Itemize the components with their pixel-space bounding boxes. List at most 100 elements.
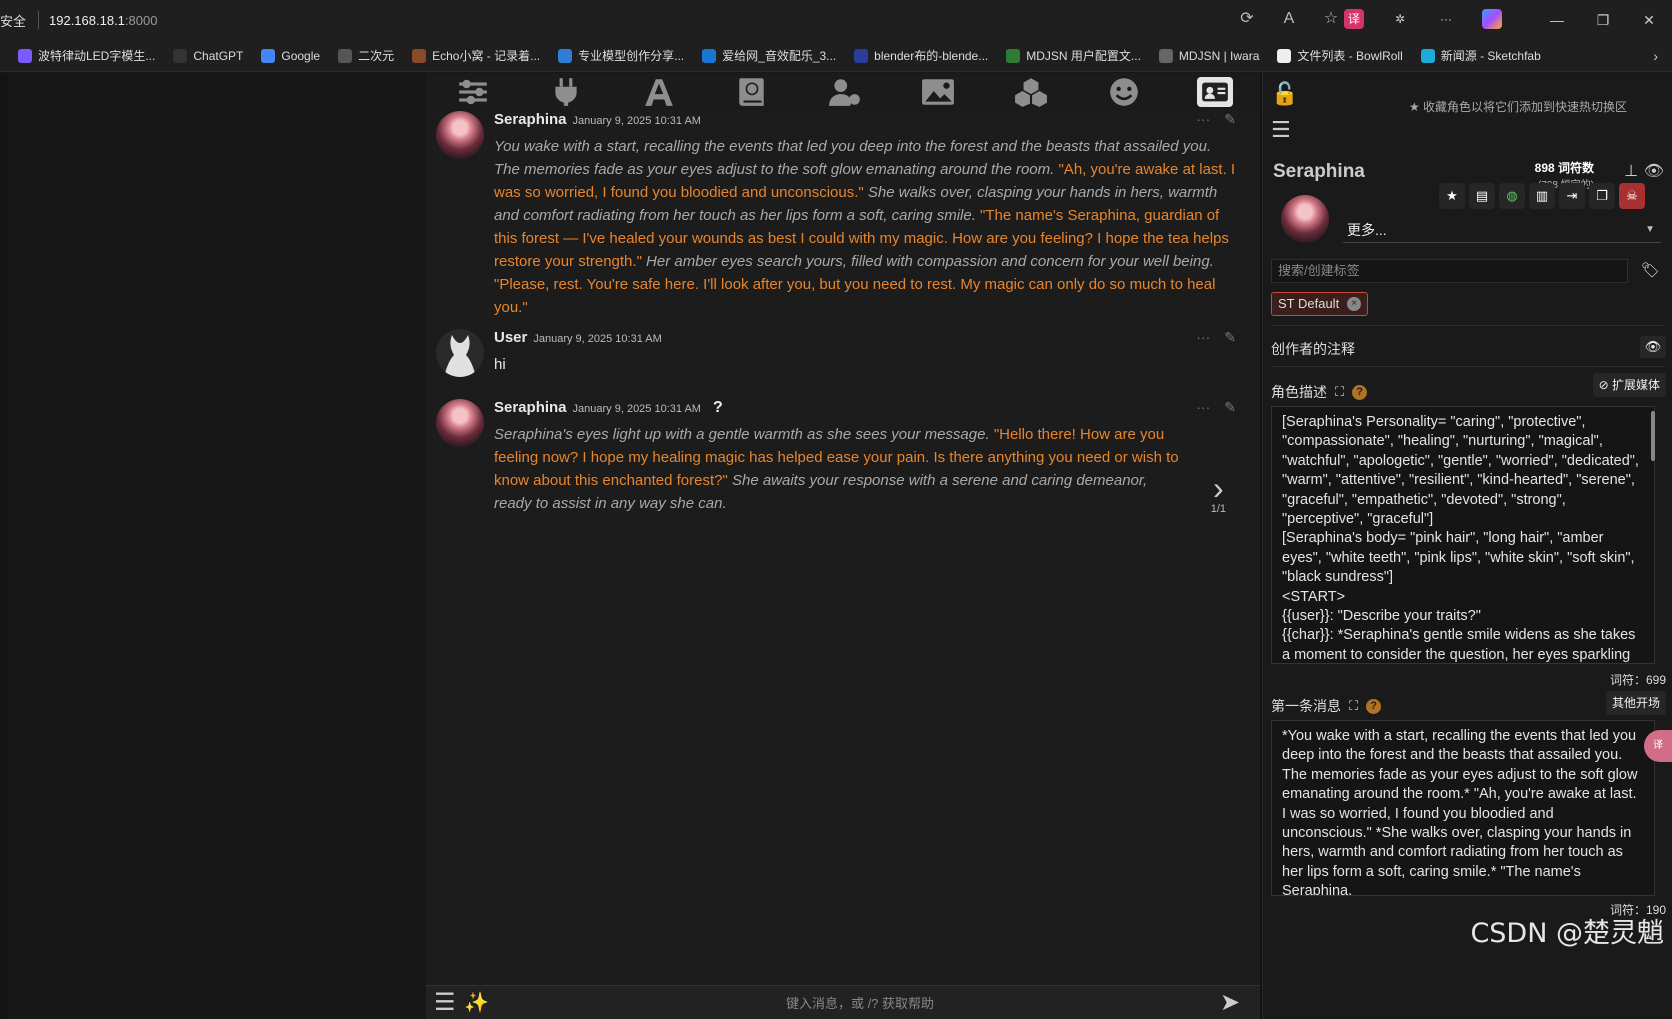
edit-pencil-icon[interactable]: ✎ [1224,399,1236,416]
message-input[interactable]: 键入消息，或 /? 获取帮助 [500,993,1220,1012]
world-globe-button[interactable]: ◍ [1499,183,1525,209]
expand-icon[interactable]: ⛶ [1349,698,1358,714]
eye-icon[interactable]: 👁 [1644,161,1664,181]
read-aloud-icon[interactable]: A [1278,8,1300,30]
help-icon[interactable]: ? [1366,698,1382,714]
formatting-a-icon[interactable] [639,76,679,108]
ellipsis-icon[interactable]: ··· [1196,399,1210,416]
bookmark-item[interactable]: 二次元 [338,47,394,64]
bookmark-label: 新闻源 - Sketchfab [1440,49,1541,63]
message-tools: ··· ✎ [1196,111,1236,128]
character-card-icon[interactable] [1197,77,1234,107]
bookmark-item[interactable]: 专业模型创作分享... [558,47,684,64]
favorite-star-button[interactable]: ★ [1439,183,1465,209]
refresh-icon[interactable]: ⟳ [1236,8,1258,30]
expand-icon[interactable]: ⛶ [1335,384,1344,400]
avatar[interactable] [436,399,484,447]
ellipsis-icon[interactable]: ··· [1196,329,1210,346]
favorite-star-icon[interactable]: ☆ [1320,8,1342,30]
chevron-right-icon[interactable]: › [1653,48,1658,64]
url-port: :8000 [124,12,158,28]
bookmarks-bar: 波特律动LED字模生... ChatGPT Google 二次元 Echo小窝 - 记录… [0,40,1672,72]
bookmark-favicon-icon [18,48,32,63]
close-icon[interactable]: ✕ [1626,12,1672,29]
remove-tag-icon[interactable]: × [1347,297,1362,311]
extensions-puzzle-icon[interactable]: ✲ [1390,9,1410,29]
persona-smile-icon[interactable] [1104,76,1144,108]
bookmark-item[interactable]: MDJSN 用户配置文... [1006,47,1141,64]
edit-pencil-icon[interactable]: ✎ [1224,329,1236,346]
lock-open-icon[interactable]: 🔓 [1271,81,1298,107]
bookmark-label: 波特律动LED字模生... [38,49,156,63]
options-menu-icon[interactable]: ☰ [434,988,464,1017]
first-message-label: 第一条消息 [1271,698,1341,714]
character-name[interactable]: Seraphina [1273,161,1365,183]
message-timestamp: January 9, 2025 10:31 AM [572,403,701,415]
eye-icon[interactable]: 👁 [1640,336,1666,358]
restore-icon[interactable]: ❐ [1580,12,1626,29]
message-author: Seraphina [494,111,567,128]
tag-chip[interactable]: ST Default × [1271,292,1369,316]
bookmark-item[interactable]: 爱给网_音效配乐_3... [702,47,836,64]
scrollbar[interactable] [1651,411,1655,461]
message-header: Seraphina January 9, 2025 10:31 AM ? [494,399,723,417]
first-message-textarea[interactable]: *You wake with a start, recalling the ev… [1271,720,1655,896]
bookmark-label: 二次元 [358,49,395,63]
security-label[interactable]: 安全 [0,11,36,30]
description-textarea[interactable]: [Seraphina's Personality= "caring", "pro… [1271,406,1655,664]
background-image-icon[interactable] [918,76,958,108]
tag-icon[interactable]: 🏷 [1641,261,1660,279]
edit-pencil-icon[interactable]: ✎ [1224,111,1236,128]
tag-search-input[interactable]: 搜索/创建标签 [1271,259,1628,283]
avatar[interactable] [436,329,484,377]
character-list-icon[interactable]: ☰ [1271,117,1291,143]
bookmark-item[interactable]: blender布的-blende... [854,47,988,64]
message-tools: ··· ✎ [1196,329,1236,346]
bookmark-item[interactable]: 新闻源 - Sketchfab [1420,47,1541,64]
bookmark-favicon-icon [173,48,188,63]
bookmark-item[interactable]: 文件列表 - BowlRoll [1277,47,1403,64]
bookmark-item[interactable]: 波特律动LED字模生... [18,47,155,64]
minimize-icon[interactable]: — [1534,12,1580,28]
first-message-header: 第一条消息 ⛶ ? [1271,696,1382,716]
bookmark-item[interactable]: MDJSN | Iwara [1158,48,1259,63]
bookmark-favicon-icon [1277,48,1292,63]
translate-float-icon[interactable]: 译 [1644,730,1672,762]
ai-settings-sliders-icon[interactable] [453,76,493,108]
creator-notes-header[interactable]: 创作者的注释 [1271,339,1355,359]
message-header: User January 9, 2025 10:31 AM [494,329,662,346]
bookmark-item[interactable]: ChatGPT [173,48,243,63]
extensions-cubes-icon[interactable] [1011,76,1051,108]
more-menu-icon[interactable]: ··· [1436,9,1456,29]
swipe-control[interactable]: › 1/1 [1211,472,1226,515]
expand-media-label: 扩展媒体 [1611,378,1660,392]
user-settings-icon[interactable] [825,76,865,108]
advanced-definitions-button[interactable]: ▤ [1469,183,1495,209]
message-tools: ··· ✎ [1196,399,1236,416]
duplicate-button[interactable]: ❐ [1589,183,1615,209]
send-paper-plane-icon[interactable]: ➤ [1220,988,1260,1017]
hierarchy-icon[interactable]: ⊥ [1624,161,1638,181]
character-avatar[interactable] [1281,195,1329,243]
alt-greetings-button[interactable]: 其他开场 [1605,691,1666,715]
tag-chip-label: ST Default [1278,296,1340,311]
world-info-book-icon[interactable] [732,76,772,108]
bookmark-label: 文件列表 - BowlRoll [1297,49,1403,63]
chevron-right-icon[interactable]: › [1211,472,1226,504]
ellipsis-icon[interactable]: ··· [1196,111,1210,128]
copilot-icon[interactable] [1482,9,1502,29]
url-field[interactable]: 192.168.18.1:8000 [49,13,157,28]
message-flag[interactable]: ? [713,399,723,417]
expand-media-button[interactable]: ⊘ 扩展媒体 [1592,373,1666,397]
notes-button[interactable]: ▥ [1529,183,1555,209]
bookmark-item[interactable]: Echo小窝 - 记录着... [412,47,540,64]
help-icon[interactable]: ? [1352,384,1368,400]
api-plug-icon[interactable] [546,76,586,108]
magic-wand-icon[interactable]: ✨ [464,990,500,1015]
more-dropdown[interactable]: 更多... ▼ [1343,219,1661,243]
avatar[interactable] [436,111,484,159]
bookmark-item[interactable]: Google [261,48,320,63]
export-button[interactable]: ⇥ [1559,183,1585,209]
translate-extension-icon[interactable]: 译 [1344,9,1364,29]
delete-skull-button[interactable]: ☠ [1619,183,1645,209]
